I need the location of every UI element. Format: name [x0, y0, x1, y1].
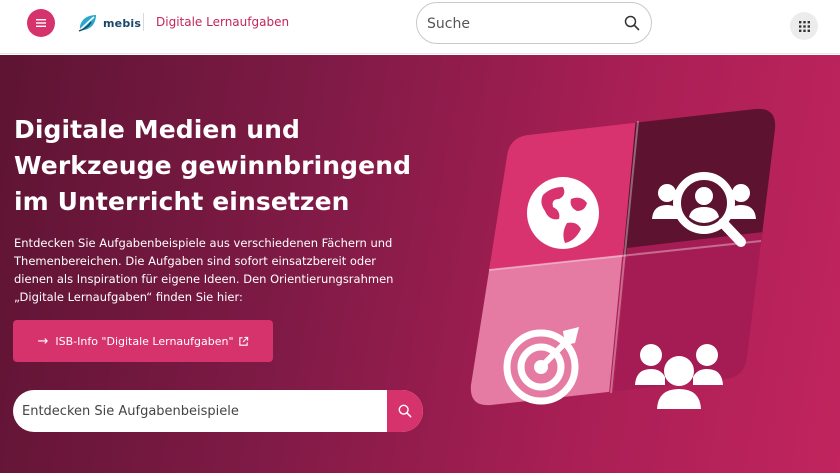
apps-button[interactable]	[790, 12, 818, 40]
globe-icon	[527, 177, 599, 249]
task-search-button[interactable]	[387, 390, 423, 432]
search-icon[interactable]	[624, 15, 640, 31]
logo-text: mebis	[103, 16, 142, 30]
mebis-logo[interactable]: mebis	[77, 12, 141, 34]
grid-apps-icon	[798, 20, 810, 32]
hero-title: Digitale Medien und Werkzeuge gewinnbrin…	[14, 115, 412, 216]
task-search-input[interactable]	[22, 400, 372, 422]
tile-bottom-right	[610, 227, 776, 406]
app-title[interactable]: Digitale Lernaufgaben	[156, 15, 289, 29]
hero-illustration	[470, 108, 776, 409]
mebis-logo-icon	[78, 15, 96, 32]
hero-description: Entdecken Sie Aufgabenbeispiele aus vers…	[14, 236, 394, 304]
header-search-input[interactable]	[427, 13, 617, 35]
isb-info-label: ISB-Info "Digitale Lernaufgaben"	[55, 334, 234, 348]
hero-section: Digitale Medien und Werkzeuge gewinnbrin…	[0, 55, 840, 473]
hamburger-icon	[36, 19, 46, 27]
header-search	[416, 2, 652, 44]
search-icon	[398, 404, 412, 418]
external-link-icon	[238, 336, 248, 346]
arrow-right-icon: →	[37, 333, 49, 349]
divider	[143, 13, 144, 31]
menu-button[interactable]	[27, 9, 55, 37]
top-bar: mebis Digitale Lernaufgaben	[0, 0, 840, 54]
task-search	[13, 390, 423, 432]
tile-bottom-left	[470, 248, 623, 406]
isb-info-button[interactable]: → ISB-Info "Digitale Lernaufgaben"	[13, 320, 273, 362]
